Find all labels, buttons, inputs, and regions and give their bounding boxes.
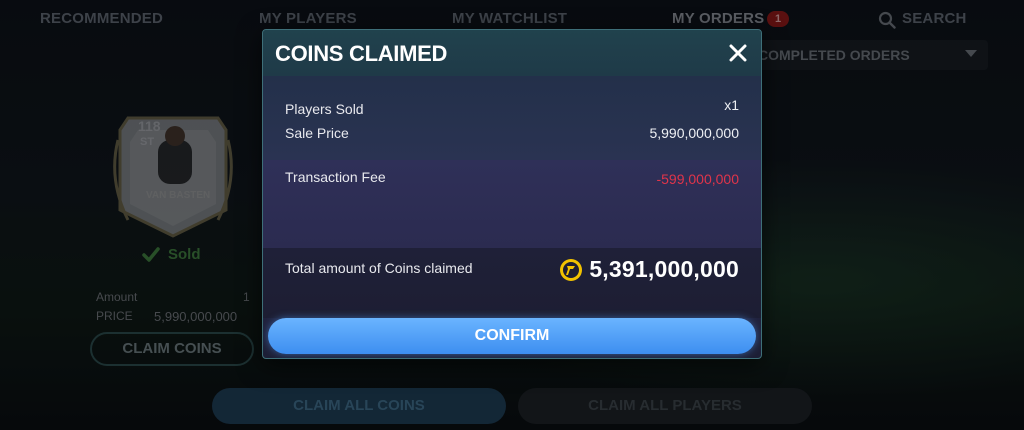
dialog-title: COINS CLAIMED xyxy=(275,41,448,66)
players-sold-label: Players Sold xyxy=(285,101,364,117)
total-coins: 5,391,000,000 xyxy=(559,256,739,283)
close-icon[interactable] xyxy=(729,44,747,62)
coins-claimed-dialog: COINS CLAIMED Players Sold x1 Sale Price… xyxy=(262,29,762,359)
transaction-fee-label: Transaction Fee xyxy=(285,169,386,185)
players-sold-value: x1 xyxy=(724,97,739,113)
coin-icon xyxy=(560,258,583,281)
sale-summary-section xyxy=(263,76,761,160)
total-coins-label: Total amount of Coins claimed xyxy=(285,260,473,276)
confirm-button[interactable]: CONFIRM xyxy=(268,318,756,354)
transaction-fee-value: -599,000,000 xyxy=(656,171,739,187)
total-coins-value: 5,391,000,000 xyxy=(589,256,739,282)
sale-price-value: 5,990,000,000 xyxy=(649,125,739,141)
sale-price-label: Sale Price xyxy=(285,125,349,141)
